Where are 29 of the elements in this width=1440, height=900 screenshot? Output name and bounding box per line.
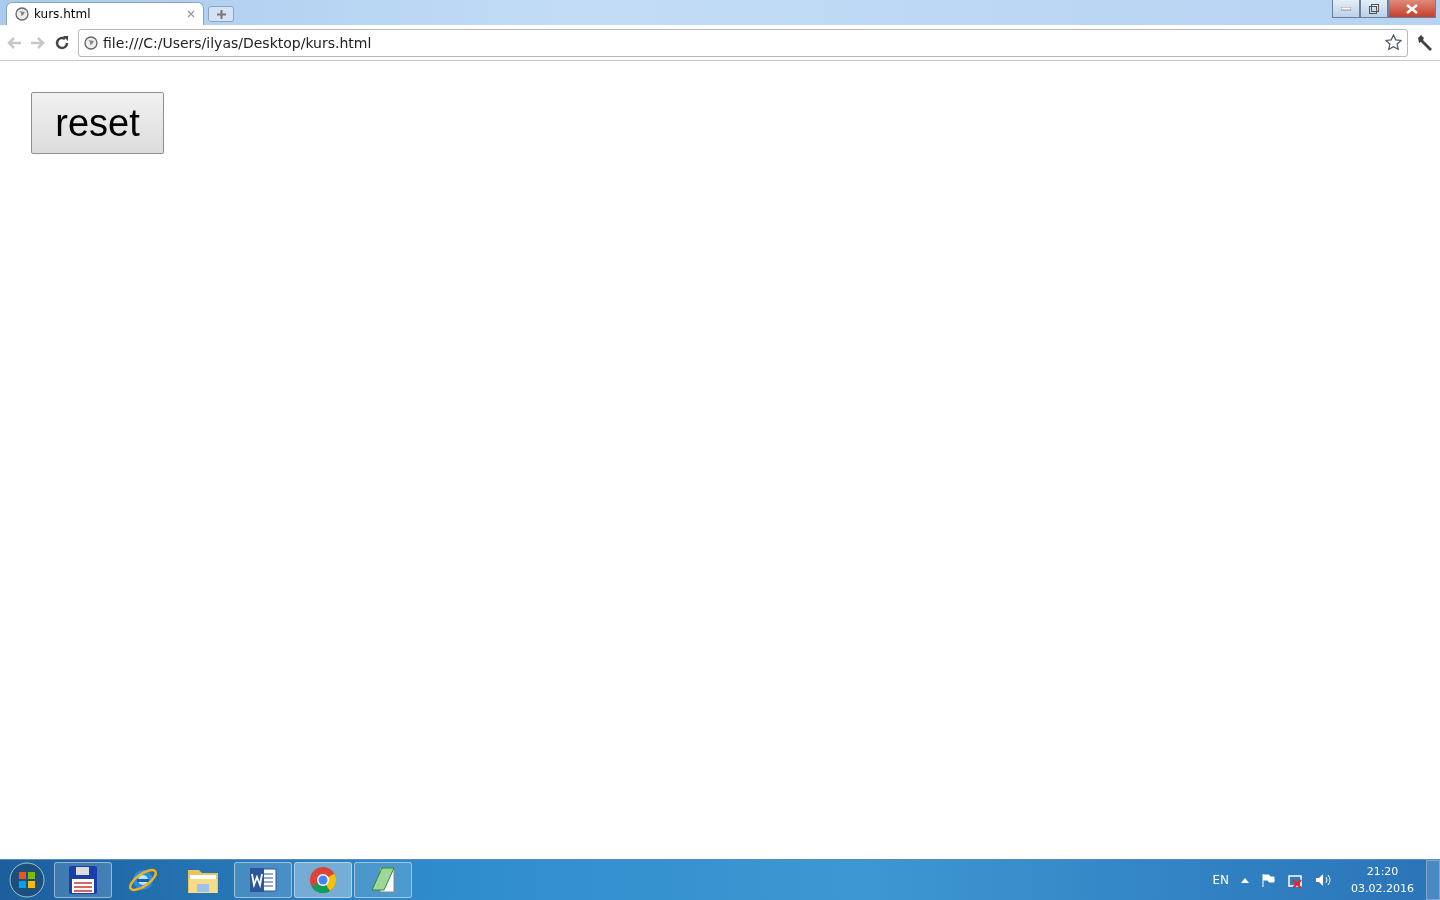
network-error-icon[interactable]	[1287, 872, 1303, 888]
date-text: 03.02.2016	[1351, 881, 1414, 897]
close-icon	[1406, 3, 1418, 14]
time-text: 21:20	[1366, 864, 1399, 880]
caret-up-icon[interactable]	[1241, 877, 1249, 883]
document-icon	[248, 865, 278, 895]
restore-button[interactable]	[1360, 0, 1388, 18]
clock[interactable]: 21:20 03.02.2016	[1351, 863, 1414, 897]
chrome-logo-icon	[308, 865, 338, 895]
minimize-icon	[1341, 6, 1351, 11]
taskbar-button[interactable]	[54, 862, 112, 898]
notepad-icon	[368, 865, 398, 895]
globe-icon	[15, 7, 29, 21]
star-icon[interactable]	[1385, 34, 1402, 51]
restore-icon	[1369, 3, 1379, 14]
reload-icon[interactable]	[54, 34, 70, 51]
globe-icon	[84, 35, 98, 50]
browser-tab[interactable]: kurs.html	[6, 2, 204, 25]
plus-icon	[216, 9, 226, 19]
close-icon[interactable]	[187, 10, 195, 18]
minimize-button[interactable]	[1332, 0, 1360, 18]
taskbar-button[interactable]	[234, 862, 292, 898]
language-indicator[interactable]: EN	[1212, 873, 1229, 887]
speaker-icon[interactable]	[1315, 873, 1331, 887]
address-bar[interactable]: file:///C:/Users/ilyas/Desktop/kurs.html	[78, 28, 1408, 57]
close-button[interactable]	[1388, 0, 1436, 18]
flag-icon[interactable]	[1261, 873, 1275, 887]
new-tab-button[interactable]	[208, 6, 234, 22]
reset-button[interactable]: reset	[31, 92, 164, 154]
